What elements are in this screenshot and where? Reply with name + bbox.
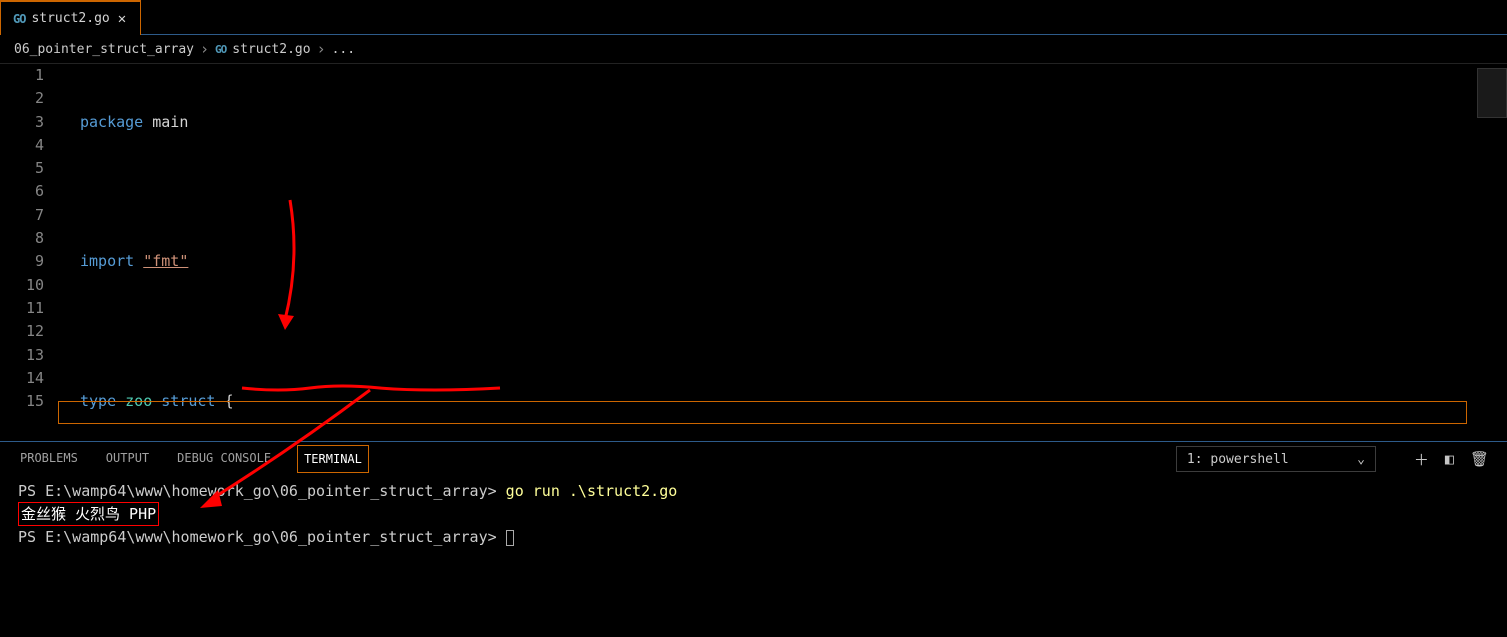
tab-debug-console[interactable]: DEBUG CONSOLE <box>175 443 273 475</box>
chevron-right-icon: › <box>200 40 209 58</box>
breadcrumb-file[interactable]: struct2.go <box>232 42 310 57</box>
chevron-right-icon: › <box>317 40 326 58</box>
terminal-content[interactable]: PS E:\wamp64\www\homework_go\06_pointer_… <box>0 476 1507 637</box>
terminal-selector-label: 1: powershell <box>1187 452 1289 467</box>
close-icon[interactable]: ✕ <box>116 12 128 26</box>
tab-filename: struct2.go <box>31 11 109 26</box>
terminal-prompt: PS E:\wamp64\www\homework_go\06_pointer_… <box>18 482 497 500</box>
terminal-prompt: PS E:\wamp64\www\homework_go\06_pointer_… <box>18 528 497 546</box>
terminal-cursor <box>506 530 514 546</box>
breadcrumb-trail[interactable]: ... <box>332 42 355 57</box>
chevron-down-icon: ⌄ <box>1357 452 1365 467</box>
tab-output[interactable]: OUTPUT <box>104 443 151 475</box>
line-number-gutter: 123 456 789 101112 131415 <box>0 64 58 441</box>
tab-struct2go[interactable]: GO struct2.go ✕ <box>0 0 141 35</box>
terminal-output: 金丝猴 火烈鸟 PHP <box>21 505 156 523</box>
go-file-icon: GO <box>13 12 25 26</box>
split-terminal-icon[interactable]: ◧ <box>1445 450 1454 468</box>
new-terminal-icon[interactable]: ＋ <box>1414 449 1429 470</box>
panel-tab-bar: PROBLEMS OUTPUT DEBUG CONSOLE TERMINAL 1… <box>0 442 1507 476</box>
tab-problems[interactable]: PROBLEMS <box>18 443 80 475</box>
code-content[interactable]: package main import "fmt" type zoo struc… <box>58 64 1507 441</box>
minimap[interactable] <box>1477 68 1507 118</box>
tab-terminal[interactable]: TERMINAL <box>297 445 369 473</box>
tab-bar: GO struct2.go ✕ <box>0 0 1507 35</box>
terminal-selector[interactable]: 1: powershell ⌄ <box>1176 446 1376 472</box>
go-file-icon: GO <box>215 43 226 56</box>
breadcrumb: 06_pointer_struct_array › GO struct2.go … <box>0 35 1507 63</box>
bottom-panel: PROBLEMS OUTPUT DEBUG CONSOLE TERMINAL 1… <box>0 441 1507 637</box>
terminal-command: go run .\struct2.go <box>506 482 678 500</box>
kill-terminal-icon[interactable]: 🗑 <box>1470 450 1489 468</box>
code-editor[interactable]: 123 456 789 101112 131415 package main i… <box>0 63 1507 441</box>
breadcrumb-folder[interactable]: 06_pointer_struct_array <box>14 42 194 57</box>
